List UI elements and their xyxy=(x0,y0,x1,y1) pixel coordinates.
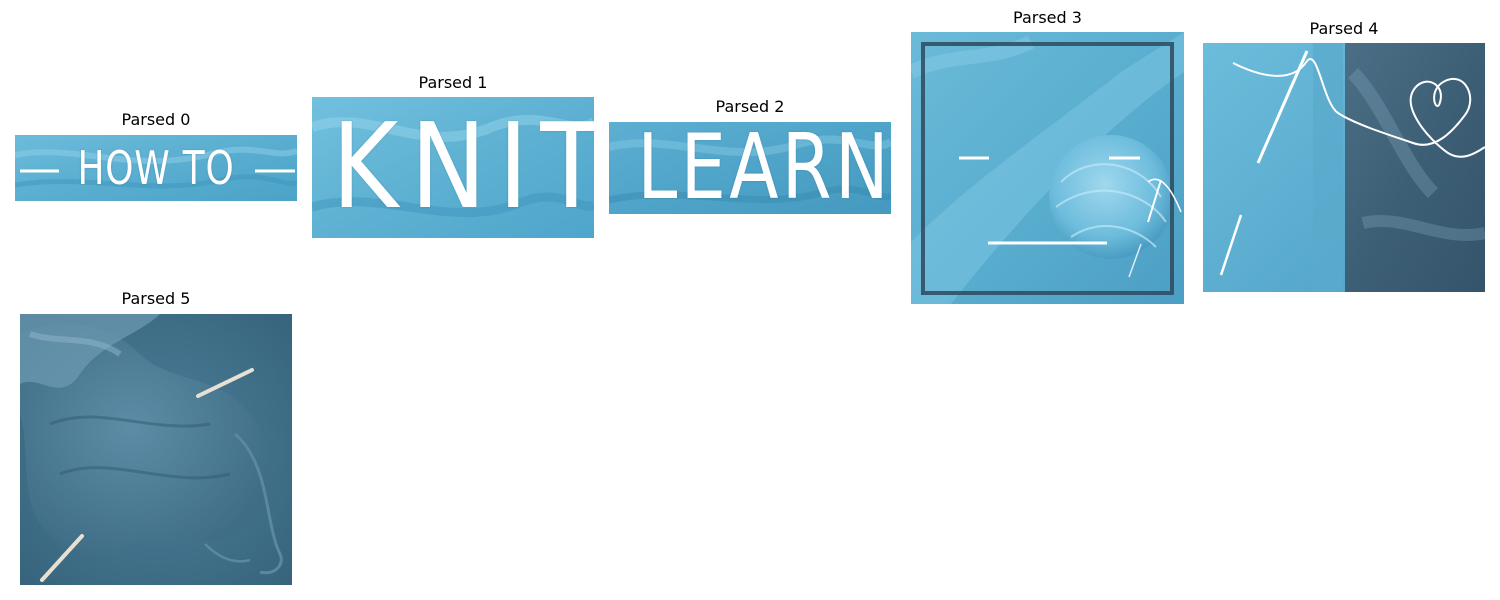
panel-title: Parsed 4 xyxy=(1309,19,1379,38)
yarn-ball-frame-image xyxy=(911,32,1184,304)
yarn-ball-graphic xyxy=(911,32,1184,304)
panel-title: Parsed 1 xyxy=(418,73,488,92)
knitting-needles-graphic xyxy=(20,314,292,585)
learn-text: LEARN xyxy=(637,122,891,214)
panel-title: Parsed 5 xyxy=(121,289,191,308)
learn-image: LEARN xyxy=(609,122,891,214)
needle-heart-graphic xyxy=(1203,43,1485,292)
knit-image: KNIT xyxy=(312,97,594,238)
panel-title: Parsed 3 xyxy=(1013,8,1082,27)
knitting-work-image xyxy=(20,314,292,585)
knit-text: KNIT xyxy=(331,97,594,235)
how-to-text: HOW TO xyxy=(77,141,235,195)
needle-heart-image xyxy=(1203,43,1485,292)
panel-title: Parsed 2 xyxy=(715,97,785,116)
how-to-image: HOW TO xyxy=(15,135,297,201)
panel-title: Parsed 0 xyxy=(121,110,191,129)
